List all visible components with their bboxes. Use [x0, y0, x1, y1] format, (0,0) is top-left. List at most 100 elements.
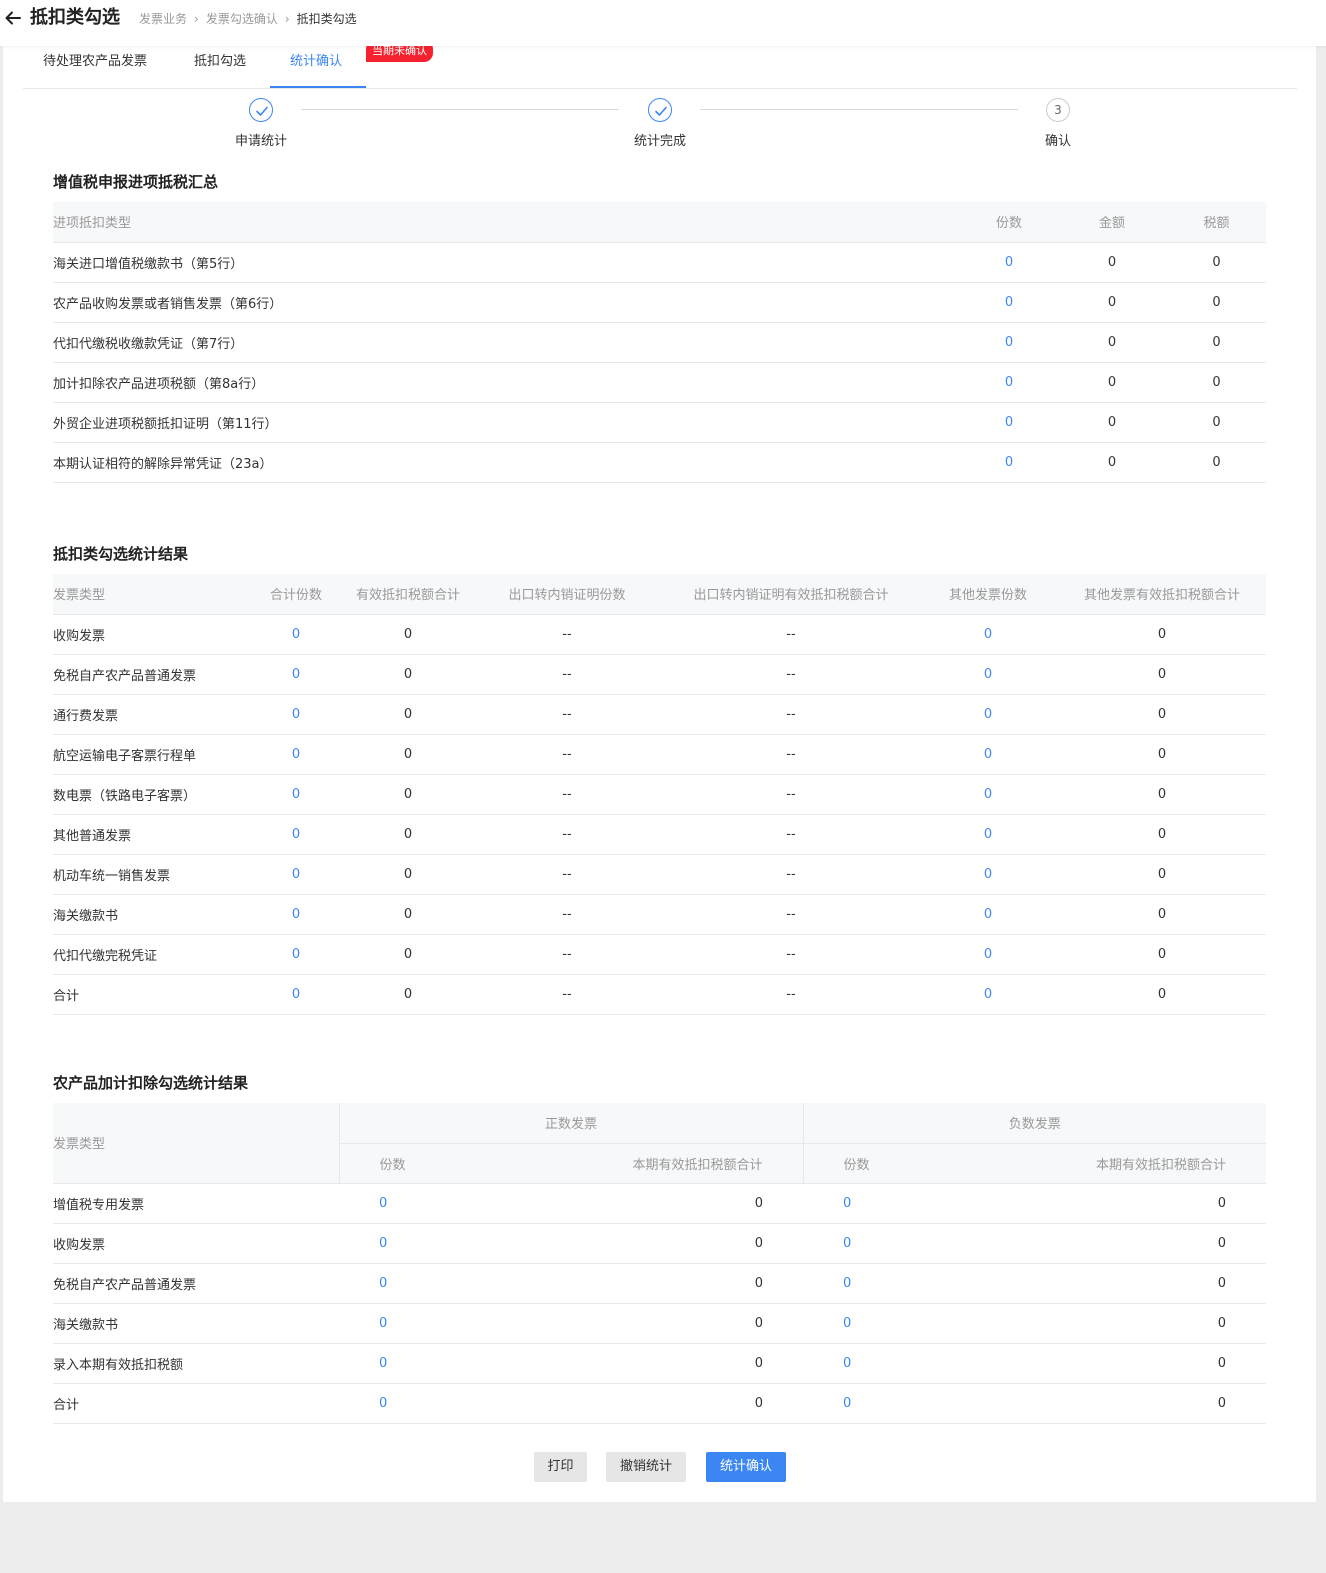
table-row: 收购发票 0 0 -- -- 0 0	[53, 614, 1266, 655]
breadcrumb-item-invoice-business[interactable]: 发票业务	[139, 11, 187, 27]
valid-tax-total-cell: 0	[346, 774, 470, 815]
positive-count-link[interactable]: 0	[379, 1276, 387, 1291]
amount-cell: 0	[1057, 322, 1167, 363]
deduction-stats-table: 发票类型 合计份数 有效抵扣税额合计 出口转内销证明份数 出口转内销证明有效抵扣…	[53, 574, 1266, 1015]
total-count-link[interactable]: 0	[292, 627, 300, 642]
table-row: 海关进口增值税缴款书（第5行） 0 0 0	[53, 242, 1266, 283]
count-link[interactable]: 0	[1005, 335, 1013, 350]
tab-statistics-confirm[interactable]: 统计确认	[290, 53, 342, 71]
table-row: 外贸企业进项税额抵扣证明（第11行） 0 0 0	[53, 402, 1266, 443]
other-count-link[interactable]: 0	[984, 787, 992, 802]
other-count-cell: 0	[918, 934, 1058, 975]
col-header-amount: 金额	[1057, 202, 1167, 243]
col-header-invoice-type: 发票类型	[53, 574, 246, 615]
revoke-statistics-button[interactable]: 撤销统计	[606, 1452, 686, 1482]
positive-count-cell: 0	[339, 1383, 471, 1424]
other-count-cell: 0	[918, 974, 1058, 1015]
invoice-type-label: 增值税专用发票	[53, 1183, 339, 1224]
negative-count-link[interactable]: 0	[843, 1356, 851, 1371]
negative-count-link[interactable]: 0	[843, 1236, 851, 1251]
invoice-type-label: 海关缴款书	[53, 1303, 339, 1344]
total-count-link[interactable]: 0	[292, 787, 300, 802]
other-count-link[interactable]: 0	[984, 907, 992, 922]
vat-summary-table: 进项抵扣类型 份数 金额 税额 海关进口增值税缴款书（第5行） 0 0 0 农产品收购发…	[53, 202, 1266, 483]
positive-count-link[interactable]: 0	[379, 1396, 387, 1411]
col-header-positive-tax: 本期有效抵扣税额合计	[471, 1143, 804, 1184]
other-count-link[interactable]: 0	[984, 747, 992, 762]
export-cert-tax-cell: --	[664, 934, 918, 975]
total-count-link[interactable]: 0	[292, 987, 300, 1002]
total-count-link[interactable]: 0	[292, 667, 300, 682]
table-row: 航空运输电子客票行程单 0 0 -- -- 0 0	[53, 734, 1266, 775]
other-count-link[interactable]: 0	[984, 827, 992, 842]
table-row: 免税自产农产品普通发票 0 0 0 0	[53, 1263, 1267, 1304]
valid-tax-total-cell: 0	[346, 814, 470, 855]
step-1-done-icon	[249, 98, 273, 122]
count-link[interactable]: 0	[1005, 455, 1013, 470]
table-row: 代扣代缴税收缴款凭证（第7行） 0 0 0	[53, 322, 1266, 363]
positive-tax-cell: 0	[471, 1303, 804, 1344]
positive-count-link[interactable]: 0	[379, 1196, 387, 1211]
count-link[interactable]: 0	[1005, 415, 1013, 430]
positive-count-link[interactable]: 0	[379, 1316, 387, 1331]
invoice-type-label-cell: 代扣代缴完税凭证	[53, 934, 246, 975]
total-count-cell: 0	[246, 894, 346, 935]
col-header-negative-count: 份数	[802, 1143, 936, 1184]
invoice-type-label: 录入本期有效抵扣税额	[53, 1343, 339, 1384]
negative-count-link[interactable]: 0	[843, 1276, 851, 1291]
export-cert-tax-cell: --	[664, 974, 918, 1015]
other-count-cell: 0	[918, 734, 1058, 775]
other-count-link[interactable]: 0	[984, 707, 992, 722]
tax-cell: 0	[1167, 282, 1266, 323]
col-header-invoice-type: 发票类型	[53, 1103, 339, 1184]
table-header-row: 进项抵扣类型 份数 金额 税额	[53, 202, 1266, 243]
total-count-link[interactable]: 0	[292, 907, 300, 922]
confirm-statistics-button[interactable]: 统计确认	[706, 1452, 786, 1482]
tab-deduction-check[interactable]: 抵扣勾选	[194, 53, 246, 71]
negative-count-link[interactable]: 0	[843, 1196, 851, 1211]
other-count-link[interactable]: 0	[984, 627, 992, 642]
total-count-link[interactable]: 0	[292, 827, 300, 842]
count-link[interactable]: 0	[1005, 295, 1013, 310]
other-count-link[interactable]: 0	[984, 667, 992, 682]
total-count-link[interactable]: 0	[292, 867, 300, 882]
step-1-label: 申请统计	[234, 134, 287, 149]
negative-count-cell: 0	[803, 1263, 936, 1304]
other-count-cell: 0	[918, 854, 1058, 895]
other-count-cell: 0	[918, 694, 1058, 735]
other-count-link[interactable]: 0	[984, 867, 992, 882]
other-tax-cell: 0	[1058, 774, 1266, 815]
count-cell: 0	[961, 362, 1057, 403]
positive-tax-cell: 0	[471, 1183, 804, 1224]
count-link[interactable]: 0	[1005, 375, 1013, 390]
positive-count-link[interactable]: 0	[379, 1236, 387, 1251]
invoice-type-label: 免税自产农产品普通发票	[53, 1263, 339, 1304]
tax-cell: 0	[1167, 362, 1266, 403]
negative-count-link[interactable]: 0	[843, 1396, 851, 1411]
total-count-link[interactable]: 0	[292, 947, 300, 962]
col-header-count: 份数	[961, 202, 1057, 243]
row-type-label: 海关进口增值税缴款书（第5行）	[53, 242, 961, 283]
row-type-label: 农产品收购发票或者销售发票（第6行）	[53, 282, 961, 323]
back-arrow-icon[interactable]	[4, 9, 22, 27]
positive-tax-cell: 0	[471, 1223, 804, 1264]
tab-pending-agri-invoices[interactable]: 待处理农产品发票	[43, 53, 147, 71]
negative-count-link[interactable]: 0	[843, 1316, 851, 1331]
total-count-link[interactable]: 0	[292, 747, 300, 762]
other-count-link[interactable]: 0	[984, 947, 992, 962]
row-type-label: 外贸企业进项税额抵扣证明（第11行）	[53, 402, 961, 443]
count-link[interactable]: 0	[1005, 255, 1013, 270]
col-header-export-cert-count: 出口转内销证明份数	[470, 574, 664, 615]
total-count-link[interactable]: 0	[292, 707, 300, 722]
other-count-link[interactable]: 0	[984, 987, 992, 1002]
valid-tax-total-cell: 0	[346, 854, 470, 895]
export-cert-tax-cell: --	[664, 774, 918, 815]
negative-tax-cell: 0	[935, 1223, 1267, 1264]
other-tax-cell: 0	[1058, 974, 1266, 1015]
positive-count-link[interactable]: 0	[379, 1356, 387, 1371]
tax-cell: 0	[1167, 322, 1266, 363]
other-tax-cell: 0	[1058, 894, 1266, 935]
breadcrumb-item-invoice-check[interactable]: 发票勾选确认	[206, 11, 278, 27]
export-cert-tax-cell: --	[664, 734, 918, 775]
print-button[interactable]: 打印	[534, 1452, 587, 1482]
